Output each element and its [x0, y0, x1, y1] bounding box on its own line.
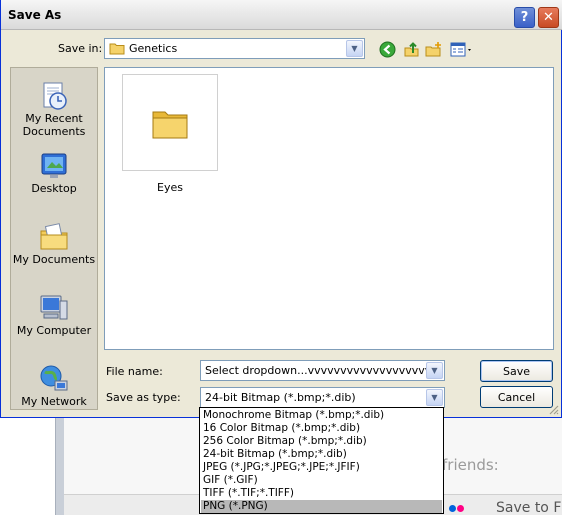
option-item[interactable]: 256 Color Bitmap (*.bmp;*.dib) [201, 435, 442, 448]
recent-documents-icon [38, 80, 70, 112]
close-button[interactable]: ✕ [538, 7, 559, 28]
place-label: My Network [21, 395, 87, 408]
save-as-type-value: 24-bit Bitmap (*.bmp;*.dib) [205, 391, 356, 404]
place-label: My Recent Documents [22, 112, 86, 138]
file-list[interactable]: Eyes [104, 67, 554, 350]
folder-icon [152, 111, 188, 138]
my-computer-icon [38, 292, 70, 324]
file-name-label: File name: [106, 365, 163, 378]
dialog-title: Save As [8, 8, 62, 22]
save-as-type-dropdown[interactable]: 24-bit Bitmap (*.bmp;*.dib) ▼ [200, 387, 445, 408]
folder-item-eyes[interactable]: Eyes [122, 74, 218, 194]
new-folder-icon[interactable] [425, 40, 443, 58]
place-label: Desktop [31, 182, 77, 195]
title-bar[interactable]: Save As ? ✕ [1, 0, 562, 30]
help-button[interactable]: ? [514, 7, 535, 28]
file-name-input[interactable]: Select dropdown...vvvvvvvvvvvvvvvvvvvv ▼ [200, 360, 445, 381]
views-menu-icon[interactable] [450, 40, 474, 58]
option-item[interactable]: 24-bit Bitmap (*.bmp;*.dib) [201, 448, 442, 461]
option-item[interactable]: 16 Color Bitmap (*.bmp;*.dib) [201, 422, 442, 435]
places-bar: My Recent Documents Desktop My Documents… [10, 67, 98, 410]
desktop-icon [38, 150, 70, 182]
option-item[interactable]: JPEG (*.JPG;*.JPEG;*.JPE;*.JFIF) [201, 461, 442, 474]
place-label: My Documents [12, 253, 96, 266]
option-item[interactable]: Monochrome Bitmap (*.bmp;*.dib) [201, 409, 442, 422]
resize-grip-icon[interactable] [547, 403, 559, 415]
place-desktop[interactable]: Desktop [11, 144, 97, 210]
background-friends-text: friends: [442, 456, 499, 474]
my-documents-icon [38, 221, 70, 253]
save-in-label: Save in: [58, 42, 103, 55]
file-name-value: Select dropdown...vvvvvvvvvvvvvvvvvvvv [205, 364, 438, 377]
save-as-type-label: Save as type: [106, 391, 181, 404]
flickr-icon [449, 502, 469, 512]
save-in-dropdown[interactable]: Genetics ▼ [104, 38, 365, 59]
up-folder-icon[interactable] [402, 40, 420, 58]
cancel-button[interactable]: Cancel [480, 386, 553, 408]
back-icon[interactable] [378, 40, 396, 58]
place-my-computer[interactable]: My Computer [11, 286, 97, 352]
place-label: My Computer [16, 324, 92, 337]
save-button[interactable]: Save [480, 360, 553, 382]
save-as-type-options-list[interactable]: Monochrome Bitmap (*.bmp;*.dib) 16 Color… [199, 407, 444, 514]
folder-thumbnail [122, 74, 218, 171]
background-save-to-link[interactable]: Save to F [496, 500, 562, 516]
background-sidebar-strip [55, 416, 64, 515]
save-in-value: Genetics [129, 42, 178, 55]
folder-icon [109, 42, 125, 55]
chevron-down-icon[interactable]: ▼ [346, 40, 363, 57]
option-item[interactable]: GIF (*.GIF) [201, 474, 442, 487]
save-as-dialog: Save As ? ✕ Save in: Genetics ▼ My Recen… [0, 0, 562, 418]
chevron-down-icon[interactable]: ▼ [426, 362, 443, 379]
option-item[interactable]: TIFF (*.TIF;*.TIFF) [201, 487, 442, 500]
chevron-down-icon[interactable]: ▼ [426, 389, 443, 406]
folder-label: Eyes [157, 181, 183, 194]
place-my-recent-documents[interactable]: My Recent Documents [11, 74, 97, 140]
my-network-icon [38, 363, 70, 395]
option-item-highlighted[interactable]: PNG (*.PNG) [201, 500, 442, 513]
place-my-documents[interactable]: My Documents [11, 215, 97, 281]
place-my-network[interactable]: My Network [11, 357, 97, 423]
